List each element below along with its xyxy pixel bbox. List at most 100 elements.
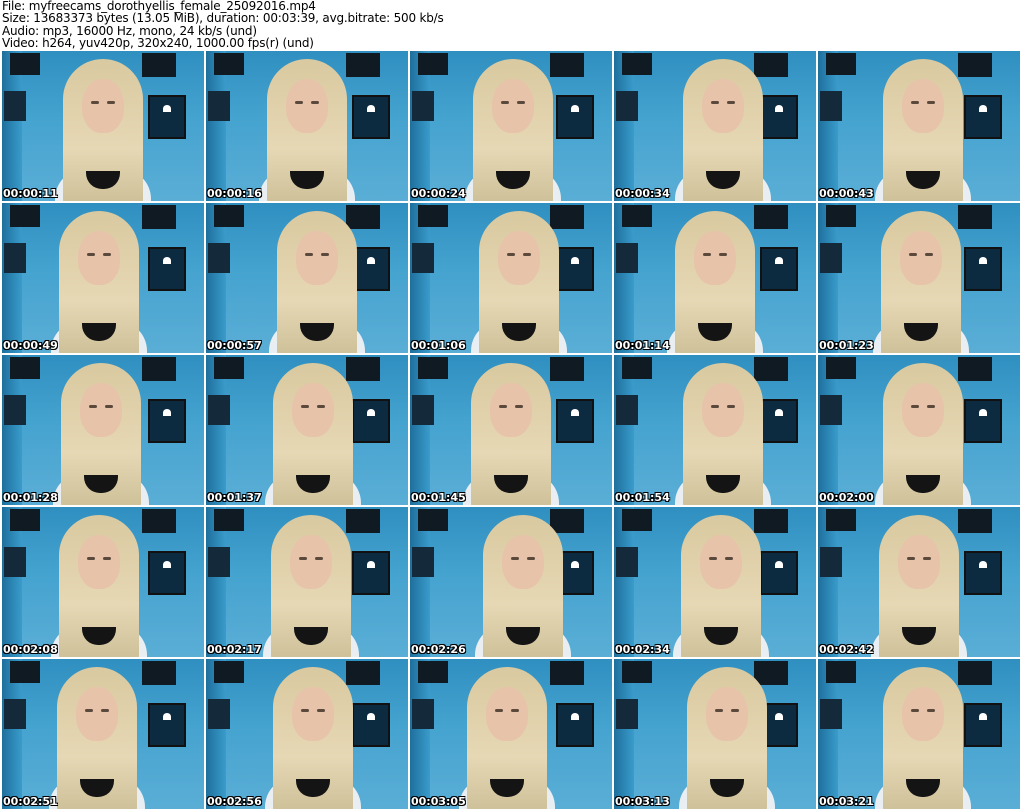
heart-poster [352,95,390,139]
poster [826,205,856,227]
video-frame-thumbnail: 00:02:42 [818,507,1020,657]
person-face [498,231,540,285]
heart-poster [148,95,186,139]
timestamp: 00:00:11 [3,187,58,200]
poster [616,395,638,425]
video-frame-thumbnail: 00:02:08 [2,507,204,657]
poster [4,91,26,121]
poster [958,53,992,77]
poster [622,357,652,379]
video-info: Video: h264, yuv420p, 320x240, 1000.00 f… [2,35,314,50]
video-frame-thumbnail: 00:02:56 [206,659,408,809]
poster [550,53,584,77]
poster [412,91,434,121]
heart-poster [760,247,798,291]
poster [418,205,448,227]
video-frame-thumbnail: 00:00:24 [410,51,612,201]
poster [820,547,842,577]
poster [412,395,434,425]
timestamp: 00:00:34 [615,187,670,200]
timestamp: 00:02:08 [3,643,58,656]
heart-poster [352,399,390,443]
heart-poster [760,399,798,443]
timestamp: 00:02:26 [411,643,466,656]
poster [142,509,176,533]
person-face [702,383,744,437]
poster [958,205,992,229]
poster [412,243,434,273]
person-face [706,687,748,741]
poster [754,509,788,533]
video-frame-thumbnail: 00:02:17 [206,507,408,657]
poster [208,395,230,425]
poster [346,53,380,77]
person-face [492,79,534,133]
video-frame-thumbnail: 00:01:45 [410,355,612,505]
poster [346,661,380,685]
poster [142,661,176,685]
person-face [80,383,122,437]
poster [622,53,652,75]
timestamp: 00:01:45 [411,491,466,504]
person-face [290,535,332,589]
poster [958,509,992,533]
poster [10,205,40,227]
video-frame-thumbnail: 00:02:34 [614,507,816,657]
heart-poster [352,247,390,291]
heart-poster [964,551,1002,595]
poster [208,699,230,729]
heart-poster [760,551,798,595]
heart-poster [148,247,186,291]
video-frame-thumbnail: 00:00:34 [614,51,816,201]
video-frame-thumbnail: 00:01:23 [818,203,1020,353]
person-face [902,79,944,133]
person-face [286,79,328,133]
heart-poster [964,703,1002,747]
poster [142,357,176,381]
heart-poster [964,247,1002,291]
timestamp: 00:00:24 [411,187,466,200]
timestamp: 00:02:42 [819,643,874,656]
person-face [902,687,944,741]
timestamp: 00:00:43 [819,187,874,200]
person-face [296,231,338,285]
poster [208,547,230,577]
poster [754,53,788,77]
heart-poster [964,95,1002,139]
poster [820,243,842,273]
poster [826,357,856,379]
poster [754,661,788,685]
timestamp: 00:02:34 [615,643,670,656]
heart-poster [352,703,390,747]
timestamp: 00:03:05 [411,795,466,808]
video-frame-thumbnail: 00:01:37 [206,355,408,505]
timestamp: 00:01:06 [411,339,466,352]
video-frame-thumbnail: 00:03:13 [614,659,816,809]
poster [4,243,26,273]
person-face [702,79,744,133]
person-face [490,383,532,437]
poster [4,395,26,425]
poster [412,699,434,729]
timestamp: 00:00:57 [207,339,262,352]
poster [616,547,638,577]
heart-poster [148,551,186,595]
video-frame-thumbnail: 00:02:26 [410,507,612,657]
poster [142,205,176,229]
poster [214,509,244,531]
person-face [694,231,736,285]
poster [208,243,230,273]
poster [958,357,992,381]
video-frame-thumbnail: 00:00:16 [206,51,408,201]
poster [622,661,652,683]
poster [616,91,638,121]
timestamp: 00:01:37 [207,491,262,504]
person-face [900,231,942,285]
person-face [82,79,124,133]
timestamp: 00:02:00 [819,491,874,504]
poster [622,509,652,531]
poster [826,661,856,683]
timestamp: 00:01:54 [615,491,670,504]
video-frame-thumbnail: 00:00:57 [206,203,408,353]
thumbnail-grid: 00:00:11 00:00:16 00:00:24 00:00:34 00:00:43… [2,51,1020,809]
